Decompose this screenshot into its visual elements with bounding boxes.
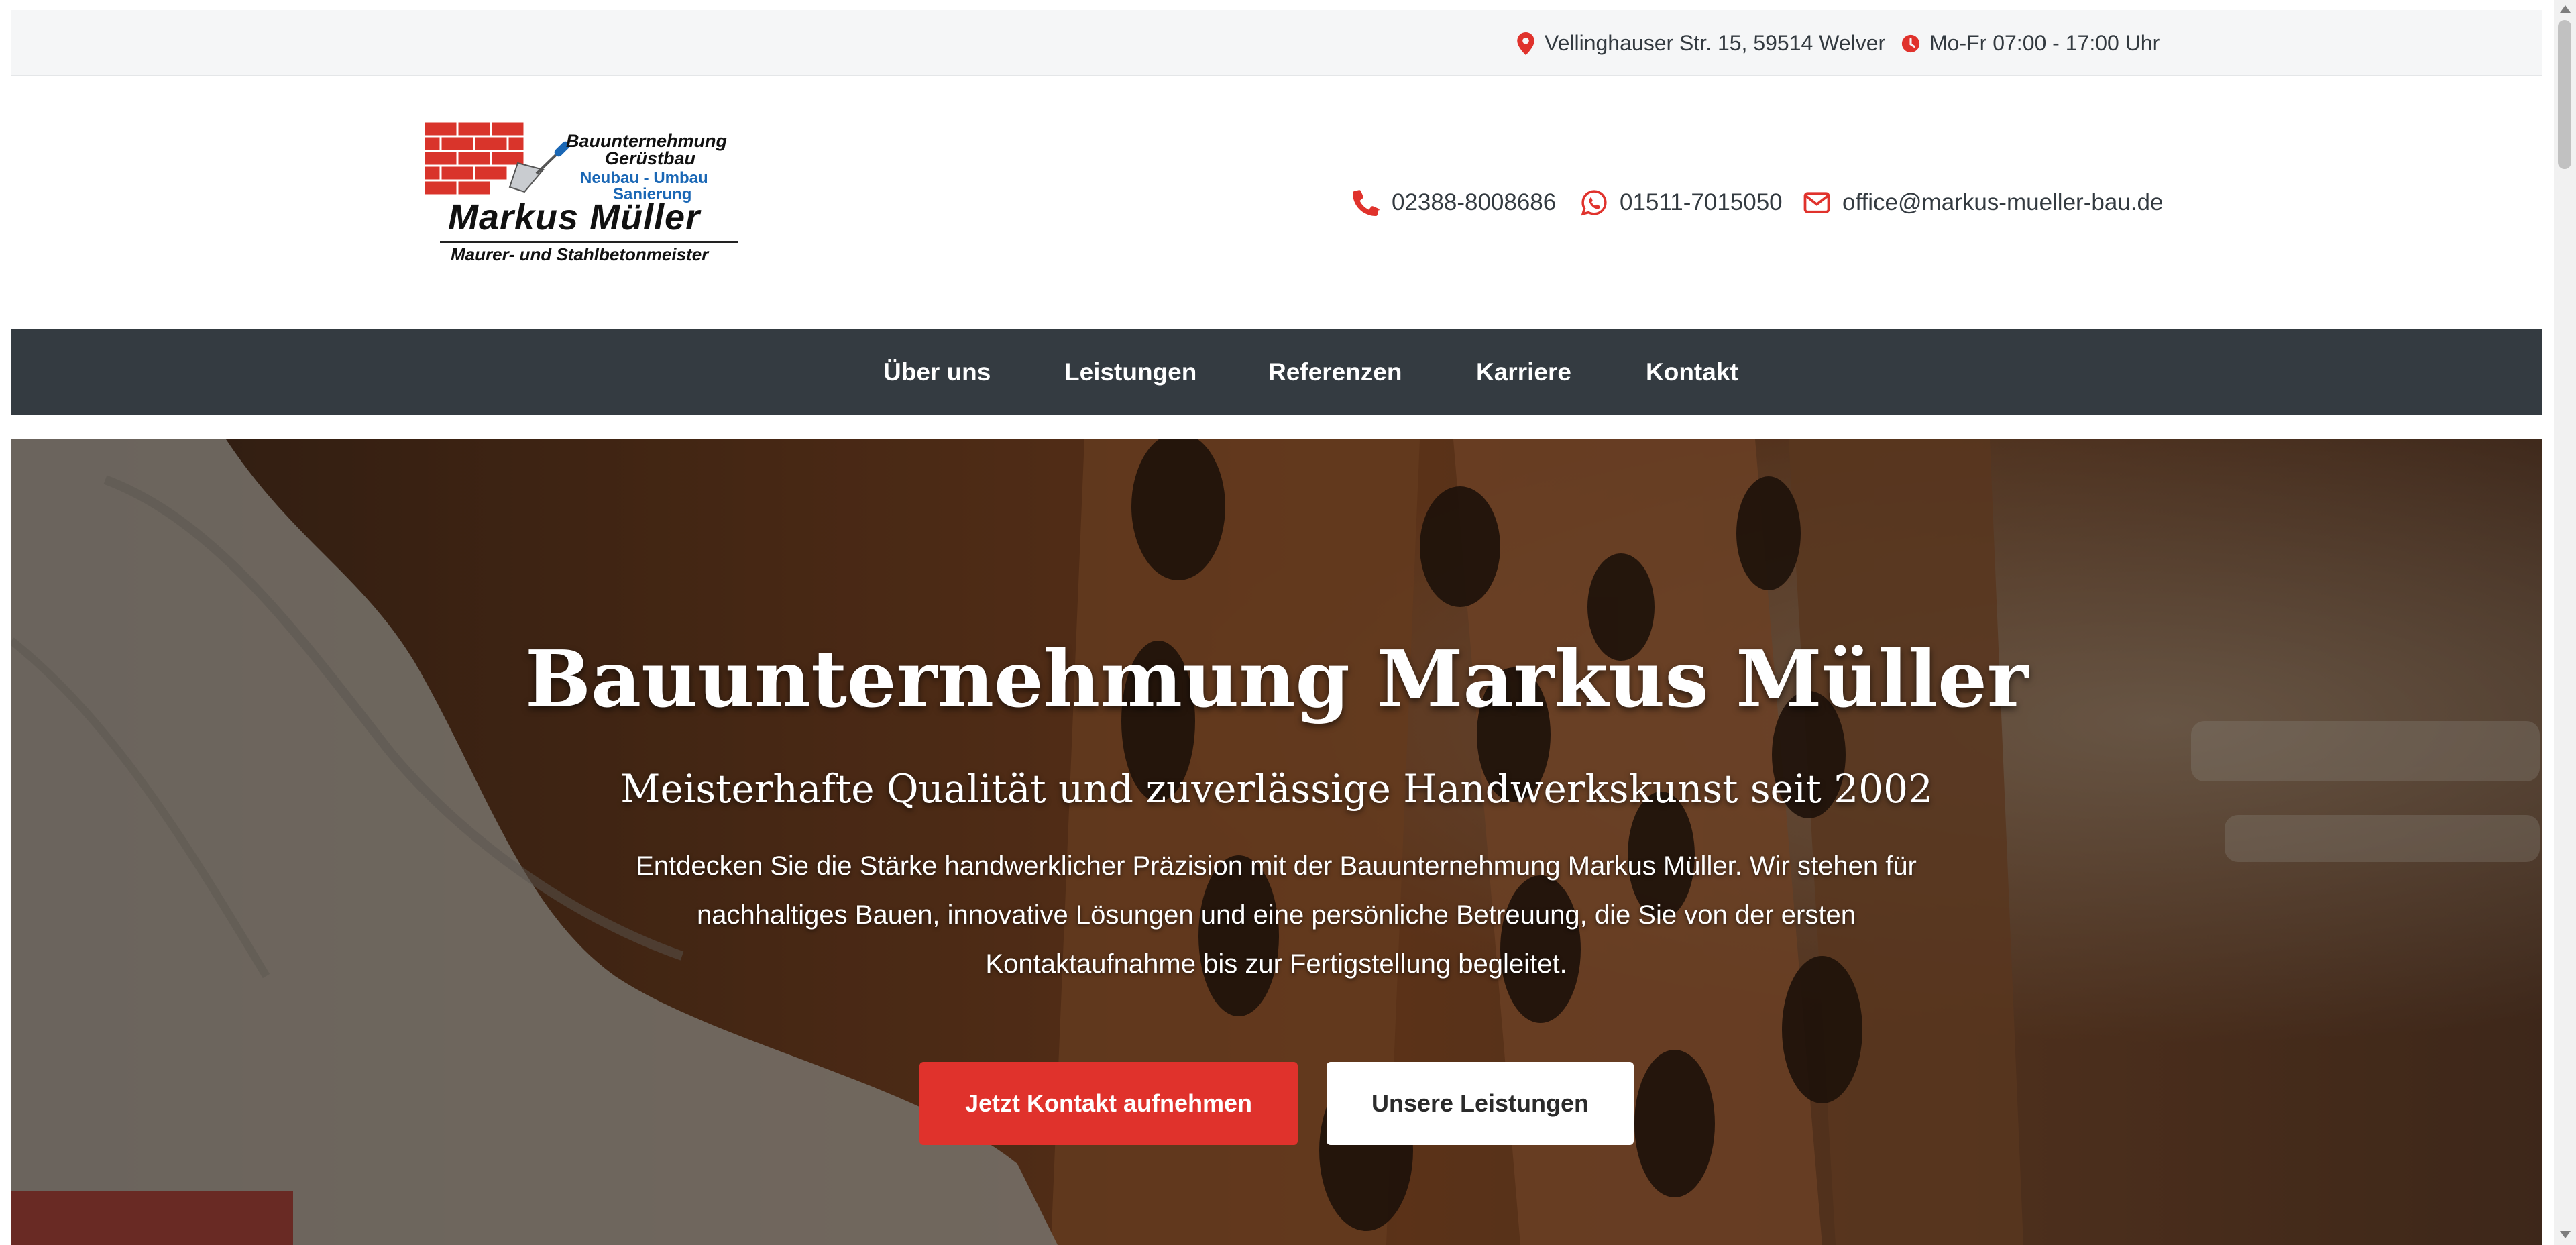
logo-rule [440, 241, 738, 243]
brick-wall-logo-icon [424, 121, 570, 197]
map-pin-icon [1517, 32, 1534, 55]
email-link[interactable]: office@markus-mueller-bau.de [1803, 179, 2163, 226]
top-info-bar: Vellinghauser Str. 15, 59514 Welver Mo-F… [11, 10, 2542, 76]
clock-icon [1901, 34, 1920, 52]
hours-text: Mo-Fr 07:00 - 17:00 Uhr [1929, 31, 2160, 55]
scrollbar-thumb[interactable] [2558, 20, 2571, 169]
logo-line-2: Gerüstbau [605, 148, 696, 168]
hours-info: Mo-Fr 07:00 - 17:00 Uhr [1901, 10, 2160, 76]
nav-item-karriere[interactable]: Karriere [1476, 329, 1571, 415]
address-info: Vellinghauser Str. 15, 59514 Welver [1516, 10, 1885, 76]
page-scrollbar[interactable] [2554, 0, 2576, 1245]
phone-link[interactable]: 02388-8008686 [1353, 179, 1556, 226]
nav-item-kontakt[interactable]: Kontakt [1646, 329, 1738, 415]
browser-viewport: Vellinghauser Str. 15, 59514 Welver Mo-F… [0, 0, 2576, 1245]
phone-icon [1353, 190, 1380, 216]
scroll-down-arrow-icon[interactable] [2560, 1231, 2571, 1238]
whatsapp-icon [1581, 190, 1607, 216]
address-text: Vellinghauser Str. 15, 59514 Welver [1545, 31, 1886, 55]
hero-text: Entdecken Sie die Stärke handwerklicher … [636, 851, 1917, 979]
hero-title: Bauunternehmung Markus Müller [525, 634, 2028, 725]
services-cta-button[interactable]: Unsere Leistungen [1327, 1062, 1634, 1145]
scroll-up-arrow-icon[interactable] [2560, 5, 2571, 13]
email-address: office@markus-mueller-bau.de [1842, 189, 2164, 215]
whatsapp-link[interactable]: 01511-7015050 [1581, 179, 1783, 226]
logo-name: Markus Müller [448, 197, 701, 237]
phone-number: 02388-8008686 [1392, 189, 1557, 215]
nav-item-ueber-uns[interactable]: Über uns [883, 329, 991, 415]
hero-section: Bauunternehmung Markus Müller Meisterhaf… [11, 439, 2542, 1245]
main-navigation: Über uns Leistungen Referenzen Karriere … [11, 329, 2542, 415]
nav-item-referenzen[interactable]: Referenzen [1268, 329, 1402, 415]
nav-item-leistungen[interactable]: Leistungen [1064, 329, 1196, 415]
hero-subtitle: Meisterhafte Qualität und zuverlässige H… [620, 766, 1933, 812]
envelope-icon [1803, 192, 1830, 213]
company-logo[interactable]: Bauunternehmung Gerüstbau Neubau - Umbau… [424, 121, 742, 264]
web-page: Vellinghauser Str. 15, 59514 Welver Mo-F… [11, 10, 2542, 1245]
logo-subtitle: Maurer- und Stahlbetonmeister [451, 244, 709, 264]
contact-cta-button[interactable]: Jetzt Kontakt aufnehmen [919, 1062, 1298, 1145]
whatsapp-number: 01511-7015050 [1620, 189, 1783, 215]
site-header: Bauunternehmung Gerüstbau Neubau - Umbau… [11, 76, 2542, 329]
